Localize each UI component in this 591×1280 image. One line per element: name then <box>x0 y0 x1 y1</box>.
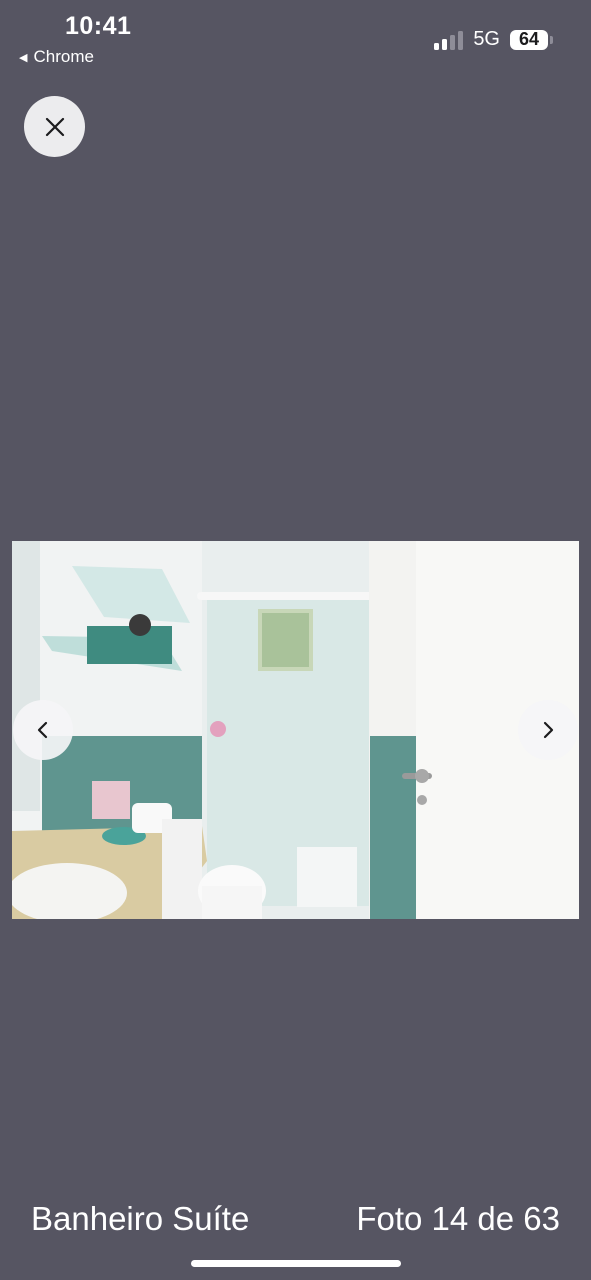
signal-icon <box>434 30 464 50</box>
chevron-left-icon <box>37 721 48 739</box>
close-button[interactable] <box>24 96 85 157</box>
back-to-app-link[interactable]: ◀ Chrome <box>19 47 94 67</box>
back-triangle-icon: ◀ <box>19 51 28 64</box>
battery-icon: 64 <box>510 29 553 50</box>
network-type: 5G <box>473 28 500 50</box>
next-photo-button[interactable] <box>518 700 578 760</box>
battery-level: 64 <box>518 29 540 50</box>
close-icon <box>45 117 64 136</box>
chevron-right-icon <box>543 721 554 739</box>
status-indicators: 5G 64 <box>434 28 553 51</box>
home-indicator[interactable] <box>191 1260 401 1267</box>
photo-caption: Banheiro Suíte <box>31 1200 250 1237</box>
previous-photo-button[interactable] <box>13 700 73 760</box>
gallery-photo[interactable] <box>12 541 579 919</box>
status-time: 10:41 <box>65 12 132 40</box>
bathroom-photo-image <box>12 541 579 919</box>
photo-counter: Foto 14 de 63 <box>356 1200 560 1237</box>
back-app-label: Chrome <box>33 47 94 66</box>
